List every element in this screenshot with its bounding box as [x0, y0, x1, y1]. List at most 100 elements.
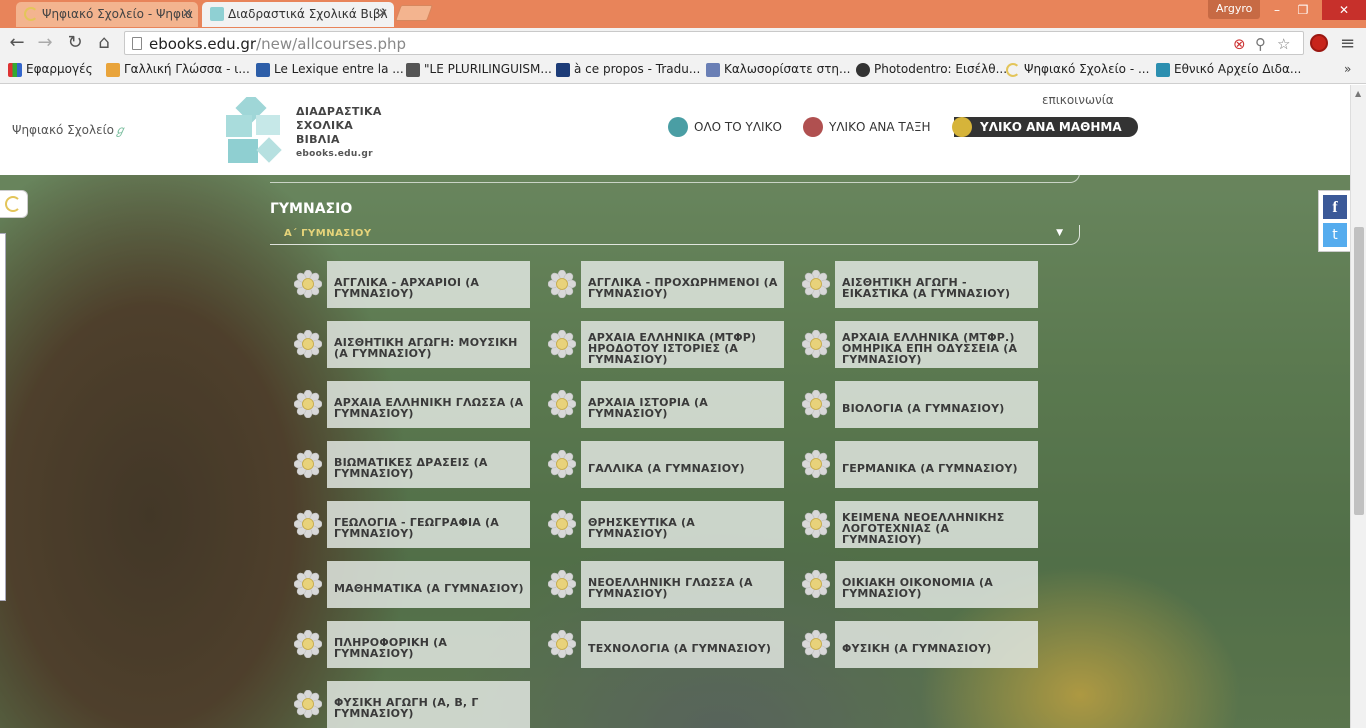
url-text[interactable]: ebooks.edu.gr/new/allcourses.php — [149, 35, 406, 53]
course-item[interactable]: ΘΡΗΣΚΕΥΤΙΚΑ (Α ΓΥΜΝΑΣΙΟΥ) — [547, 501, 784, 549]
course-item[interactable]: ΑΓΓΛΙΚΑ - ΑΡΧΑΡΙΟΙ (Α ΓΥΜΝΑΣΙΟΥ) — [293, 261, 530, 309]
course-label[interactable]: ΒΙΟΛΟΓΙΑ (Α ΓΥΜΝΑΣΙΟΥ) — [835, 381, 1038, 428]
forward-icon[interactable]: → — [34, 32, 56, 54]
nav-dot-icon — [803, 117, 823, 137]
bookmark-item[interactable]: à ce propos - Tradu... — [556, 62, 700, 77]
bookmark-apps[interactable]: Εφαρμογές — [8, 62, 93, 77]
course-label[interactable]: ΜΑΘΗΜΑΤΙΚΑ (Α ΓΥΜΝΑΣΙΟΥ) — [327, 561, 530, 608]
bookmark-item[interactable]: Photodentro: Εισέλθ... — [856, 62, 1007, 77]
extension-icon[interactable] — [1310, 34, 1328, 52]
profile-button[interactable]: Argyro — [1208, 0, 1261, 19]
browser-titlebar: Ψηφιακό Σχολείο - Ψηφια ✕ Διαδραστικά Σχ… — [0, 0, 1366, 28]
course-label[interactable]: ΑΡΧΑΙΑ ΕΛΛΗΝΙΚΗ ΓΛΩΣΣΑ (Α ΓΥΜΝΑΣΙΟΥ) — [327, 381, 530, 428]
close-icon[interactable]: ✕ — [378, 6, 388, 20]
reload-icon[interactable]: ↻ — [64, 32, 86, 54]
bookmark-item[interactable]: Εθνικό Αρχείο Διδα... — [1156, 62, 1301, 77]
book-flower-icon — [801, 569, 831, 599]
side-panel-edge[interactable] — [0, 233, 6, 601]
course-item[interactable]: ΚΕΙΜΕΝΑ ΝΕΟΕΛΛΗΝΙΚΗΣ ΛΟΓΟΤΕΧΝΙΑΣ (Α ΓΥΜΝ… — [801, 501, 1038, 549]
course-label[interactable]: ΝΕΟΕΛΛΗΝΙΚΗ ΓΛΩΣΣΑ (Α ΓΥΜΝΑΣΙΟΥ) — [581, 561, 784, 608]
section-divider — [270, 165, 1080, 183]
course-item[interactable]: ΟΙΚΙΑΚΗ ΟΙΚΟΝΟΜΙΑ (Α ΓΥΜΝΑΣΙΟΥ) — [801, 561, 1038, 609]
digital-school-widget[interactable] — [0, 190, 28, 218]
course-label[interactable]: ΦΥΣΙΚΗ (Α ΓΥΜΝΑΣΙΟΥ) — [835, 621, 1038, 668]
contact-link[interactable]: επικοινωνία — [1042, 93, 1114, 107]
new-tab-button[interactable] — [395, 5, 433, 21]
course-label[interactable]: ΑΡΧΑΙΑ ΕΛΛΗΝΙΚΑ (ΜΤΦΡ) ΗΡΟΔΟΤΟΥ ΙΣΤΟΡΙΕΣ… — [581, 321, 784, 368]
book-flower-icon — [293, 509, 323, 539]
nav-material-by-subject[interactable]: ΥΛΙΚΟ ΑΝΑ ΜΑΘΗΜΑ — [952, 117, 1138, 137]
course-item[interactable]: ΒΙΟΛΟΓΙΑ (Α ΓΥΜΝΑΣΙΟΥ) — [801, 381, 1038, 429]
course-item[interactable]: ΑΙΣΘΗΤΙΚΗ ΑΓΩΓΗ: ΜΟΥΣΙΚΗ (Α ΓΥΜΝΑΣΙΟΥ) — [293, 321, 530, 369]
course-item[interactable]: ΦΥΣΙΚΗ ΑΓΩΓΗ (Α, Β, Γ ΓΥΜΝΑΣΙΟΥ) — [293, 681, 530, 728]
course-label[interactable]: ΑΡΧΑΙΑ ΕΛΛΗΝΙΚΑ (ΜΤΦΡ.) ΟΜΗΡΙΚΑ ΕΠΗ ΟΔΥΣ… — [835, 321, 1038, 368]
course-label[interactable]: ΤΕΧΝΟΛΟΓΙΑ (Α ΓΥΜΝΑΣΙΟΥ) — [581, 621, 784, 668]
course-label[interactable]: ΒΙΩΜΑΤΙΚΕΣ ΔΡΑΣΕΙΣ (Α ΓΥΜΝΑΣΙΟΥ) — [327, 441, 530, 488]
course-label[interactable]: ΚΕΙΜΕΝΑ ΝΕΟΕΛΛΗΝΙΚΗΣ ΛΟΓΟΤΕΧΝΙΑΣ (Α ΓΥΜΝ… — [835, 501, 1038, 548]
facebook-icon[interactable]: f — [1323, 195, 1347, 219]
course-label[interactable]: ΑΙΣΘΗΤΙΚΗ ΑΓΩΓΗ: ΜΟΥΣΙΚΗ (Α ΓΥΜΝΑΣΙΟΥ) — [327, 321, 530, 368]
nav-all-material[interactable]: ΟΛΟ ΤΟ ΥΛΙΚΟ — [668, 117, 782, 137]
nav-label: ΥΛΙΚΟ ΑΝΑ ΤΑΞΗ — [829, 120, 931, 134]
course-label[interactable]: ΟΙΚΙΑΚΗ ΟΙΚΟΝΟΜΙΑ (Α ΓΥΜΝΑΣΙΟΥ) — [835, 561, 1038, 608]
bookmark-label: Γαλλική Γλώσσα - ι... — [124, 62, 250, 76]
bookmark-label: Εφαρμογές — [26, 62, 93, 76]
bookmarks-more-button[interactable]: » — [1344, 62, 1351, 76]
book-flower-icon — [801, 269, 831, 299]
scroll-up-icon[interactable]: ▲ — [1355, 89, 1361, 98]
grade-dropdown[interactable]: Α΄ ΓΥΜΝΑΣΙΟΥ ▼ — [270, 225, 1080, 245]
course-item[interactable]: ΤΕΧΝΟΛΟΓΙΑ (Α ΓΥΜΝΑΣΙΟΥ) — [547, 621, 784, 669]
course-item[interactable]: ΓΕΩΛΟΓΙΑ - ΓΕΩΓΡΑΦΙΑ (Α ΓΥΜΝΑΣΙΟΥ) — [293, 501, 530, 549]
book-flower-icon — [801, 449, 831, 479]
minimize-icon[interactable]: – — [1264, 0, 1290, 20]
course-label[interactable]: ΘΡΗΣΚΕΥΤΙΚΑ (Α ΓΥΜΝΑΣΙΟΥ) — [581, 501, 784, 548]
course-label[interactable]: ΑΙΣΘΗΤΙΚΗ ΑΓΩΓΗ - ΕΙΚΑΣΤΙΚΑ (Α ΓΥΜΝΑΣΙΟΥ… — [835, 261, 1038, 308]
course-label[interactable]: ΓΑΛΛΙΚΑ (Α ΓΥΜΝΑΣΙΟΥ) — [581, 441, 784, 488]
nav-label: ΥΛΙΚΟ ΑΝΑ ΜΑΘΗΜΑ — [980, 120, 1122, 134]
course-label[interactable]: ΑΓΓΛΙΚΑ - ΑΡΧΑΡΙΟΙ (Α ΓΥΜΝΑΣΙΟΥ) — [327, 261, 530, 308]
address-bar[interactable]: ebooks.edu.gr/new/allcourses.php ⊗ ⚲ ☆ — [124, 31, 1304, 55]
course-label[interactable]: ΓΕΩΛΟΓΙΑ - ΓΕΩΓΡΑΦΙΑ (Α ΓΥΜΝΑΣΙΟΥ) — [327, 501, 530, 548]
course-item[interactable]: ΦΥΣΙΚΗ (Α ΓΥΜΝΑΣΙΟΥ) — [801, 621, 1038, 669]
scrollbar-thumb[interactable] — [1354, 227, 1364, 515]
bookmark-item[interactable]: Καλωσορίσατε στη... — [706, 62, 850, 77]
course-item[interactable]: ΠΛΗΡΟΦΟΡΙΚΗ (Α ΓΥΜΝΑΣΙΟΥ) — [293, 621, 530, 669]
twitter-icon[interactable]: t — [1323, 223, 1347, 247]
course-item[interactable]: ΝΕΟΕΛΛΗΝΙΚΗ ΓΛΩΣΣΑ (Α ΓΥΜΝΑΣΙΟΥ) — [547, 561, 784, 609]
menu-icon[interactable]: ≡ — [1340, 33, 1355, 54]
course-item[interactable]: ΑΡΧΑΙΑ ΕΛΛΗΝΙΚΗ ΓΛΩΣΣΑ (Α ΓΥΜΝΑΣΙΟΥ) — [293, 381, 530, 429]
tab-interactive-books[interactable]: Διαδραστικά Σχολικά Βιβλ ✕ — [202, 2, 394, 27]
bookmark-item[interactable]: Le Lexique entre la ... — [256, 62, 404, 77]
course-item[interactable]: ΑΡΧΑΙΑ ΕΛΛΗΝΙΚΑ (ΜΤΦΡ) ΗΡΟΔΟΤΟΥ ΙΣΤΟΡΙΕΣ… — [547, 321, 784, 369]
ebooks-logo-icon[interactable] — [226, 97, 292, 167]
course-item[interactable]: ΑΓΓΛΙΚΑ - ΠΡΟΧΩΡΗΜΕΝΟΙ (Α ΓΥΜΝΑΣΙΟΥ) — [547, 261, 784, 309]
restore-icon[interactable]: ❐ — [1290, 0, 1316, 20]
tab-digital-school[interactable]: Ψηφιακό Σχολείο - Ψηφια ✕ — [16, 2, 198, 27]
book-flower-icon — [293, 569, 323, 599]
course-label[interactable]: ΠΛΗΡΟΦΟΡΙΚΗ (Α ΓΥΜΝΑΣΙΟΥ) — [327, 621, 530, 668]
course-item[interactable]: ΑΙΣΘΗΤΙΚΗ ΑΓΩΓΗ - ΕΙΚΑΣΤΙΚΑ (Α ΓΥΜΝΑΣΙΟΥ… — [801, 261, 1038, 309]
blocked-popup-icon[interactable]: ⊗ — [1233, 35, 1246, 53]
digital-school-logo[interactable]: Ψηφιακό Σχολείοℊ — [12, 121, 126, 138]
course-item[interactable]: ΑΡΧΑΙΑ ΕΛΛΗΝΙΚΑ (ΜΤΦΡ.) ΟΜΗΡΙΚΑ ΕΠΗ ΟΔΥΣ… — [801, 321, 1038, 369]
page-scrollbar[interactable]: ▲ — [1350, 85, 1366, 728]
course-item[interactable]: ΓΕΡΜΑΝΙΚΑ (Α ΓΥΜΝΑΣΙΟΥ) — [801, 441, 1038, 489]
course-item[interactable]: ΓΑΛΛΙΚΑ (Α ΓΥΜΝΑΣΙΟΥ) — [547, 441, 784, 489]
course-label[interactable]: ΓΕΡΜΑΝΙΚΑ (Α ΓΥΜΝΑΣΙΟΥ) — [835, 441, 1038, 488]
course-label[interactable]: ΑΡΧΑΙΑ ΙΣΤΟΡΙΑ (Α ΓΥΜΝΑΣΙΟΥ) — [581, 381, 784, 428]
course-item[interactable]: ΜΑΘΗΜΑΤΙΚΑ (Α ΓΥΜΝΑΣΙΟΥ) — [293, 561, 530, 609]
course-label[interactable]: ΦΥΣΙΚΗ ΑΓΩΓΗ (Α, Β, Γ ΓΥΜΝΑΣΙΟΥ) — [327, 681, 530, 728]
home-icon[interactable]: ⌂ — [93, 32, 115, 54]
bookmark-star-icon[interactable]: ☆ — [1277, 35, 1290, 53]
zoom-icon[interactable]: ⚲ — [1255, 35, 1266, 53]
window-close-icon[interactable]: ✕ — [1322, 0, 1366, 20]
course-item[interactable]: ΑΡΧΑΙΑ ΙΣΤΟΡΙΑ (Α ΓΥΜΝΑΣΙΟΥ) — [547, 381, 784, 429]
bookmark-item[interactable]: Γαλλική Γλώσσα - ι... — [106, 62, 250, 77]
back-icon[interactable]: ← — [6, 32, 28, 54]
bookmark-item[interactable]: Ψηφιακό Σχολείο - ... — [1006, 62, 1149, 77]
bookmark-item[interactable]: "LE PLURILINGUISM... — [406, 62, 552, 77]
course-label[interactable]: ΑΓΓΛΙΚΑ - ΠΡΟΧΩΡΗΜΕΝΟΙ (Α ΓΥΜΝΑΣΙΟΥ) — [581, 261, 784, 308]
course-item[interactable]: ΒΙΩΜΑΤΙΚΕΣ ΔΡΑΣΕΙΣ (Α ΓΥΜΝΑΣΙΟΥ) — [293, 441, 530, 489]
nav-material-by-class[interactable]: ΥΛΙΚΟ ΑΝΑ ΤΑΞΗ — [803, 117, 931, 137]
close-icon[interactable]: ✕ — [182, 6, 192, 20]
